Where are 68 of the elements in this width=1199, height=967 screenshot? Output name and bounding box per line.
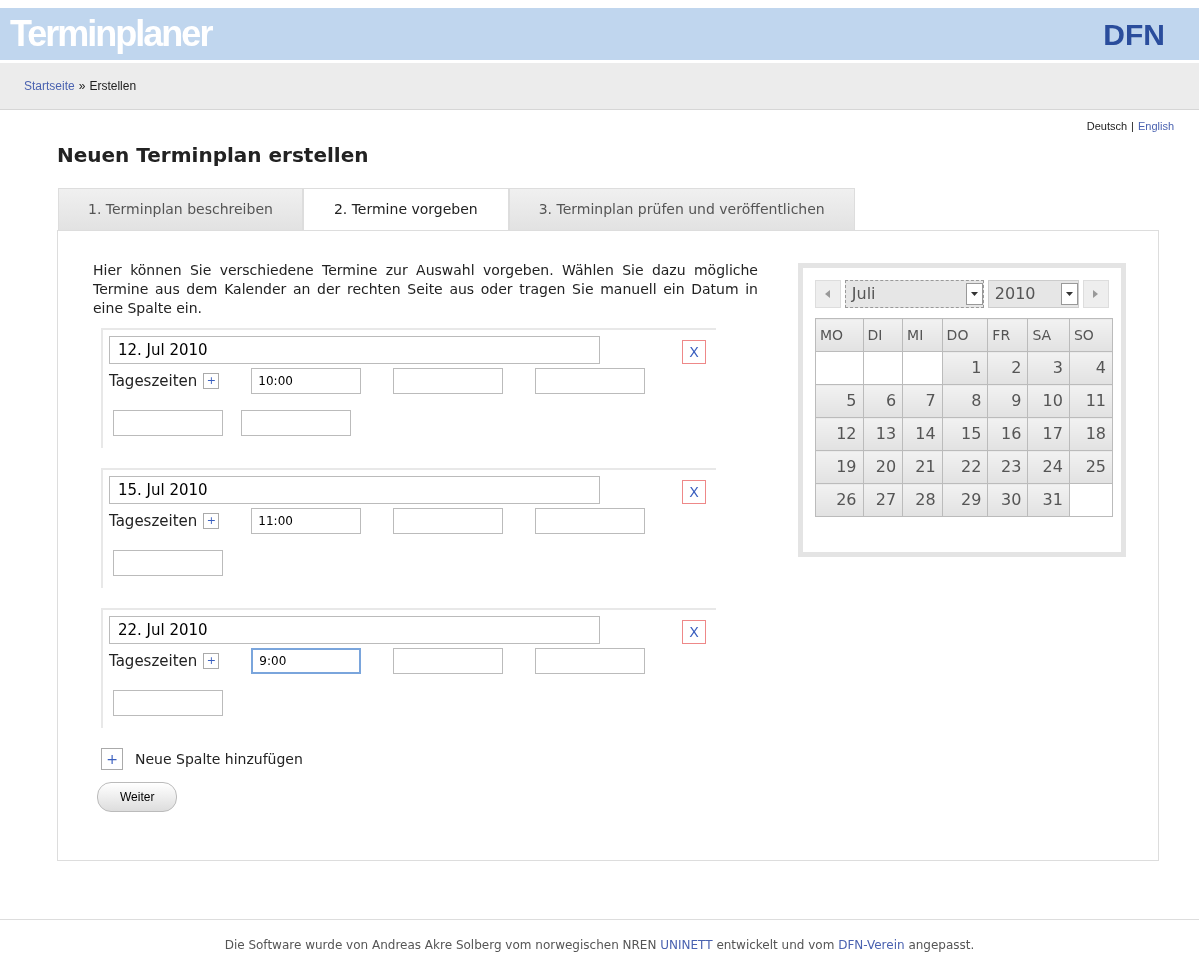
time-field[interactable]: 10:00 [251,368,362,394]
time-field[interactable] [393,648,504,674]
add-time-button[interactable]: + [203,373,220,389]
language-separator: | [1131,120,1134,132]
footer-text: Die Software wurde von Andreas Akre Solberg vom norwegischen NREN UNINETT entwickelt und vom DFN-Verein angepasst. [0,919,1199,954]
calendar-day[interactable]: 1 [942,351,988,385]
time-field[interactable] [113,690,223,716]
times-label: Tageszeiten [109,370,198,392]
weekday-header: DO [942,318,988,352]
time-field[interactable] [535,508,646,534]
caret-down-icon [1066,292,1074,296]
calendar-day[interactable]: 29 [942,483,988,517]
breadcrumb-link[interactable]: Startseite [24,77,75,95]
site-title: Terminplaner [10,12,212,56]
calendar-day[interactable]: 15 [942,417,988,451]
weekday-header: SA [1027,318,1070,352]
calendar-day[interactable]: 22 [942,450,988,484]
weekday-header: FR [987,318,1028,352]
time-field[interactable]: 9:00 [251,648,362,674]
time-field[interactable] [535,368,646,394]
year-dropdown[interactable]: 2010 [987,280,1080,308]
intro-text: Hier können Sie verschiedene Termine zur Auswahl vorgeben. Wählen Sie dazu mögliche Termine aus dem Kalender an der rechten Seite aus oder tragen Sie manuell ein Datum in eine Spalte ein. [93,261,758,318]
next-month-button[interactable] [1083,280,1109,308]
times-label: Tageszeiten [109,510,198,532]
logo: DFN [1103,16,1165,53]
remove-button[interactable]: X [682,480,706,504]
time-field[interactable] [393,368,504,394]
time-field[interactable]: 11:00 [251,508,362,534]
calendar-day[interactable]: 19 [815,450,864,484]
tab[interactable]: 3. Terminplan prüfen und veröffentlichen [508,188,855,230]
breadcrumb-current: Erstellen [89,78,137,95]
caret-right-icon [1093,290,1100,298]
add-time-button[interactable]: + [203,513,220,529]
add-time-button[interactable]: + [203,653,220,669]
time-field[interactable] [113,550,223,576]
language-current: Deutsch [1086,120,1128,132]
weekday-header: DI [863,318,903,352]
caret-left-icon [824,290,831,298]
caret-down-icon [970,292,978,296]
date-field[interactable]: 12. Jul 2010 [109,336,600,364]
time-field[interactable] [113,410,223,436]
tab[interactable]: 2. Termine vorgeben [302,188,509,230]
time-field[interactable] [535,648,646,674]
date-field[interactable]: 15. Jul 2010 [109,476,600,504]
add-column-label: Neue Spalte hinzufügen [135,749,303,769]
tab[interactable]: 1. Terminplan beschreiben [58,188,303,230]
weekday-header: MO [815,318,864,352]
language-link[interactable]: English [1137,120,1174,132]
time-field[interactable] [241,410,351,436]
time-field[interactable] [393,508,504,534]
breadcrumb-separator: » [78,78,86,95]
times-label: Tageszeiten [109,650,198,672]
calendar-day[interactable]: 8 [942,384,988,418]
calendar-day[interactable]: 26 [815,483,864,517]
add-column-button[interactable]: + [101,748,123,770]
weekday-header: MI [902,318,943,352]
remove-button[interactable]: X [682,620,706,644]
footer-link[interactable]: DFN-Verein [838,938,905,952]
calendar-day[interactable]: 12 [815,417,864,451]
weekday-header: SO [1069,318,1113,352]
next-button[interactable]: Weiter [97,782,178,812]
date-field[interactable]: 22. Jul 2010 [109,616,600,644]
remove-button[interactable]: X [682,340,706,364]
month-dropdown[interactable]: Juli [844,280,984,308]
previous-month-button[interactable] [815,280,841,308]
page-heading: Neuen Terminplan erstellen [57,142,370,169]
footer-link[interactable]: UNINETT [660,938,713,952]
calendar-day[interactable]: 5 [815,384,864,418]
